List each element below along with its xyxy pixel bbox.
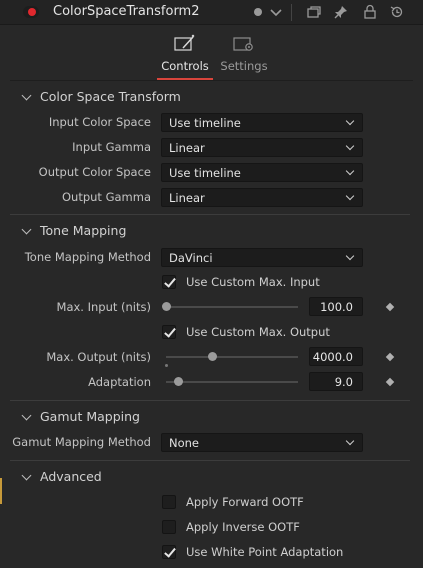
max-output-field[interactable]: 4000.0 [309,347,363,366]
output-gamma-dropdown[interactable]: Linear [161,188,363,207]
section-title: Gamut Mapping [40,409,140,424]
gamut-mapping-method-dropdown[interactable]: None [161,433,363,452]
dropdown-value: Use timeline [169,116,241,130]
use-custom-max-input-checkbox[interactable] [162,275,176,289]
max-input-slider-track[interactable] [166,306,298,308]
adaptation-slider-track[interactable] [166,381,298,383]
chevron-down-icon [345,436,355,446]
dropdown-value: DaVinci [169,251,213,265]
input-color-space-label: Input Color Space [48,115,151,129]
section-title: Advanced [40,469,102,484]
max-input-field[interactable]: 100.0 [309,297,363,316]
section-collapse-chevron-icon [21,90,32,101]
max-input-slider-handle[interactable] [162,302,171,311]
apply-forward-ootf-checkbox[interactable] [162,495,176,509]
use-custom-max-output-checkbox[interactable] [162,325,176,339]
pin-icon[interactable] [333,4,349,20]
use-white-point-adaptation-checkbox[interactable] [162,545,176,559]
max-output-label: Max. Output (nits) [46,350,151,364]
input-gamma-dropdown[interactable]: Linear [161,138,363,157]
section-divider [10,214,410,215]
section-divider [10,400,410,401]
inspector-tabs: Controls Settings [0,26,423,80]
dropdown-value: Use timeline [169,166,241,180]
section-header-color-space-transform[interactable]: Color Space Transform [0,88,423,108]
tab-controls-label: Controls [161,59,209,73]
max-output-keyframe-icon[interactable] [385,352,395,362]
status-dot-icon[interactable] [252,4,268,20]
reset-icon[interactable] [389,4,405,20]
tab-controls[interactable]: Controls [157,26,213,80]
section-header-advanced[interactable]: Advanced [0,468,423,488]
input-gamma-label: Input Gamma [72,140,151,154]
chevron-down-icon [345,191,355,201]
chevron-down-icon [345,141,355,151]
section-divider [10,460,410,461]
settings-gear-icon [233,37,253,51]
apply-inverse-ootf-label: Apply Inverse OOTF [186,520,300,534]
tone-mapping-method-dropdown[interactable]: DaVinci [161,248,363,267]
chevron-down-icon [345,116,355,126]
use-custom-max-input-label: Use Custom Max. Input [186,275,320,289]
title-separator [291,4,292,21]
node-name: ColorSpaceTransform2 [53,4,200,19]
slider-default-marker [165,364,168,367]
output-color-space-label: Output Color Space [38,165,151,179]
input-color-space-dropdown[interactable]: Use timeline [161,113,363,132]
tab-settings-label: Settings [220,59,268,73]
tabs-bottom-border [10,80,413,81]
adaptation-label: Adaptation [88,375,151,389]
controls-wand-icon [174,34,195,51]
apply-inverse-ootf-checkbox[interactable] [162,520,176,534]
use-white-point-adaptation-label: Use White Point Adaptation [186,545,344,559]
chevron-down-icon [345,251,355,261]
adaptation-field[interactable]: 9.0 [309,372,363,391]
output-gamma-label: Output Gamma [61,190,151,204]
output-color-space-dropdown[interactable]: Use timeline [161,163,363,182]
tab-settings[interactable]: Settings [219,26,269,80]
section-title: Tone Mapping [40,223,127,238]
section-header-tone-mapping[interactable]: Tone Mapping [0,222,423,242]
lock-icon[interactable] [362,4,378,20]
section-title: Color Space Transform [40,89,181,104]
section-collapse-chevron-icon [21,470,32,481]
section-collapse-chevron-icon [21,224,32,235]
dropdown-value: Linear [169,191,205,205]
max-input-keyframe-icon[interactable] [385,302,395,312]
dropdown-value: None [169,436,200,450]
chevron-down-icon[interactable] [268,4,284,20]
use-custom-max-output-label: Use Custom Max. Output [186,325,330,339]
adaptation-keyframe-icon[interactable] [385,377,395,387]
tone-mapping-method-label: Tone Mapping Method [24,250,151,264]
section-collapse-chevron-icon [21,410,32,421]
apply-forward-ootf-label: Apply Forward OOTF [186,495,304,509]
chevron-down-icon [345,166,355,176]
node-title-bar: ColorSpaceTransform2 [0,0,423,25]
max-input-label: Max. Input (nits) [56,300,151,314]
copy-icon[interactable] [306,4,322,20]
gamut-mapping-method-label: Gamut Mapping Method [12,435,151,449]
section-header-gamut-mapping[interactable]: Gamut Mapping [0,408,423,428]
dropdown-value: Linear [169,141,205,155]
adaptation-slider-handle[interactable] [173,377,183,386]
max-output-slider-track[interactable] [166,356,298,358]
max-output-slider-handle[interactable] [208,352,218,361]
node-color-dot-icon[interactable] [23,6,39,18]
